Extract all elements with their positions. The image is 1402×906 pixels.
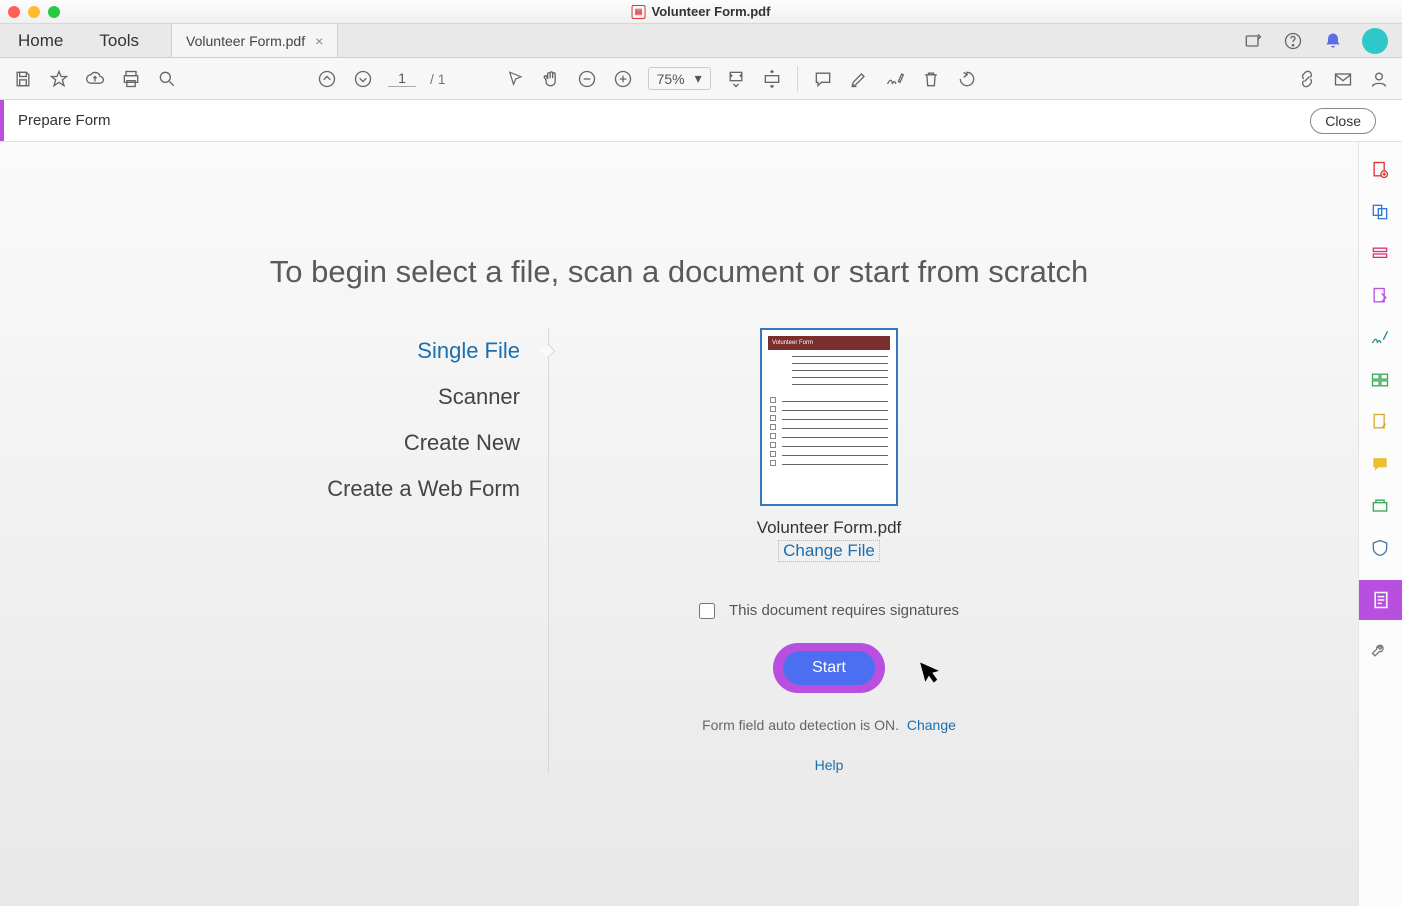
highlight-icon[interactable] <box>848 68 870 90</box>
source-options: Single File Scanner Create New Create a … <box>309 328 549 773</box>
file-tab[interactable]: Volunteer Form.pdf × <box>171 24 338 57</box>
link-icon[interactable] <box>1296 68 1318 90</box>
close-button[interactable]: Close <box>1310 108 1376 134</box>
chevron-down-icon: ▾ <box>695 70 702 87</box>
page-up-icon[interactable] <box>316 68 338 90</box>
rail-protect-icon[interactable] <box>1370 538 1392 560</box>
thumbnail-title: Volunteer Form <box>772 340 813 346</box>
print-icon[interactable] <box>120 68 142 90</box>
pdf-icon: ▤ <box>632 5 646 19</box>
user-avatar[interactable] <box>1362 28 1388 54</box>
search-icon[interactable] <box>156 68 178 90</box>
auto-detect-status: Form field auto detection is ON. <box>702 717 899 733</box>
file-tab-label: Volunteer Form.pdf <box>186 33 305 49</box>
pointer-icon[interactable] <box>504 68 526 90</box>
selected-file-name: Volunteer Form.pdf <box>757 518 902 538</box>
rail-comment-tool-icon[interactable] <box>1370 454 1392 476</box>
hand-icon[interactable] <box>540 68 562 90</box>
home-tab[interactable]: Home <box>0 24 81 57</box>
rail-edit-pdf-icon[interactable] <box>1370 244 1392 266</box>
cloud-upload-icon[interactable] <box>84 68 106 90</box>
sign-icon[interactable] <box>884 68 906 90</box>
rail-sign-icon[interactable] <box>1370 328 1392 350</box>
change-file-link[interactable]: Change File <box>778 540 880 562</box>
rotate-icon[interactable] <box>956 68 978 90</box>
start-button[interactable]: Start <box>783 651 875 685</box>
zoom-out-icon[interactable] <box>576 68 598 90</box>
requires-signatures-row[interactable]: This document requires signatures <box>699 602 959 619</box>
profile-icon[interactable] <box>1368 68 1390 90</box>
traffic-lights <box>0 6 60 18</box>
page-down-icon[interactable] <box>352 68 374 90</box>
requires-signatures-checkbox[interactable] <box>699 603 715 619</box>
main-content: To begin select a file, scan a document … <box>0 142 1358 906</box>
rail-scan-icon[interactable] <box>1370 496 1392 518</box>
email-icon[interactable] <box>1332 68 1354 90</box>
page-number-input[interactable] <box>388 70 416 87</box>
comment-icon[interactable] <box>812 68 834 90</box>
document-thumbnail[interactable]: Volunteer Form <box>760 328 898 506</box>
window-titlebar: ▤ Volunteer Form.pdf <box>0 0 1402 24</box>
file-panel: Volunteer Form Volunteer Form.pdf Change… <box>549 328 1049 773</box>
rail-compress-icon[interactable] <box>1370 412 1392 434</box>
requires-signatures-label: This document requires signatures <box>729 602 959 619</box>
window-title: ▤ Volunteer Form.pdf <box>632 4 771 19</box>
right-tools-rail <box>1358 142 1402 906</box>
toolbar-separator <box>797 66 798 92</box>
help-icon[interactable] <box>1282 30 1304 52</box>
body-area: To begin select a file, scan a document … <box>0 142 1402 906</box>
window-title-text: Volunteer Form.pdf <box>652 4 771 19</box>
zoom-value: 75% <box>657 71 685 87</box>
rail-create-pdf-icon[interactable] <box>1370 160 1392 182</box>
rail-organize-icon[interactable] <box>1370 370 1392 392</box>
rail-more-tools-icon[interactable] <box>1370 640 1392 662</box>
zoom-in-icon[interactable] <box>612 68 634 90</box>
save-icon[interactable] <box>12 68 34 90</box>
share-icon[interactable] <box>1242 30 1264 52</box>
notifications-icon[interactable] <box>1322 30 1344 52</box>
help-link[interactable]: Help <box>815 757 844 773</box>
zoom-select[interactable]: 75% ▾ <box>648 67 711 90</box>
option-single-file[interactable]: Single File <box>309 328 520 374</box>
page-total-label: / 1 <box>430 71 446 87</box>
prepare-form-bar: Prepare Form Close <box>0 100 1402 142</box>
star-icon[interactable] <box>48 68 70 90</box>
close-tab-icon[interactable]: × <box>315 33 323 49</box>
tab-strip: Home Tools Volunteer Form.pdf × <box>0 24 1402 58</box>
rail-prepare-form-icon[interactable] <box>1359 580 1402 620</box>
tools-tab[interactable]: Tools <box>81 24 157 57</box>
option-create-web-form[interactable]: Create a Web Form <box>309 466 520 512</box>
auto-detect-text: Form field auto detection is ON. Change <box>702 717 956 733</box>
scroll-mode-icon[interactable] <box>761 68 783 90</box>
headline: To begin select a file, scan a document … <box>270 254 1088 290</box>
delete-icon[interactable] <box>920 68 942 90</box>
start-button-highlight: Start <box>773 643 885 693</box>
main-toolbar: / 1 75% ▾ <box>0 58 1402 100</box>
rail-combine-icon[interactable] <box>1370 202 1392 224</box>
option-create-new[interactable]: Create New <box>309 420 520 466</box>
fit-width-icon[interactable] <box>725 68 747 90</box>
minimize-window-button[interactable] <box>28 6 40 18</box>
prepare-form-label: Prepare Form <box>0 100 125 141</box>
rail-export-pdf-icon[interactable] <box>1370 286 1392 308</box>
option-scanner[interactable]: Scanner <box>309 374 520 420</box>
auto-detect-change-link[interactable]: Change <box>907 717 956 733</box>
close-window-button[interactable] <box>8 6 20 18</box>
maximize-window-button[interactable] <box>48 6 60 18</box>
